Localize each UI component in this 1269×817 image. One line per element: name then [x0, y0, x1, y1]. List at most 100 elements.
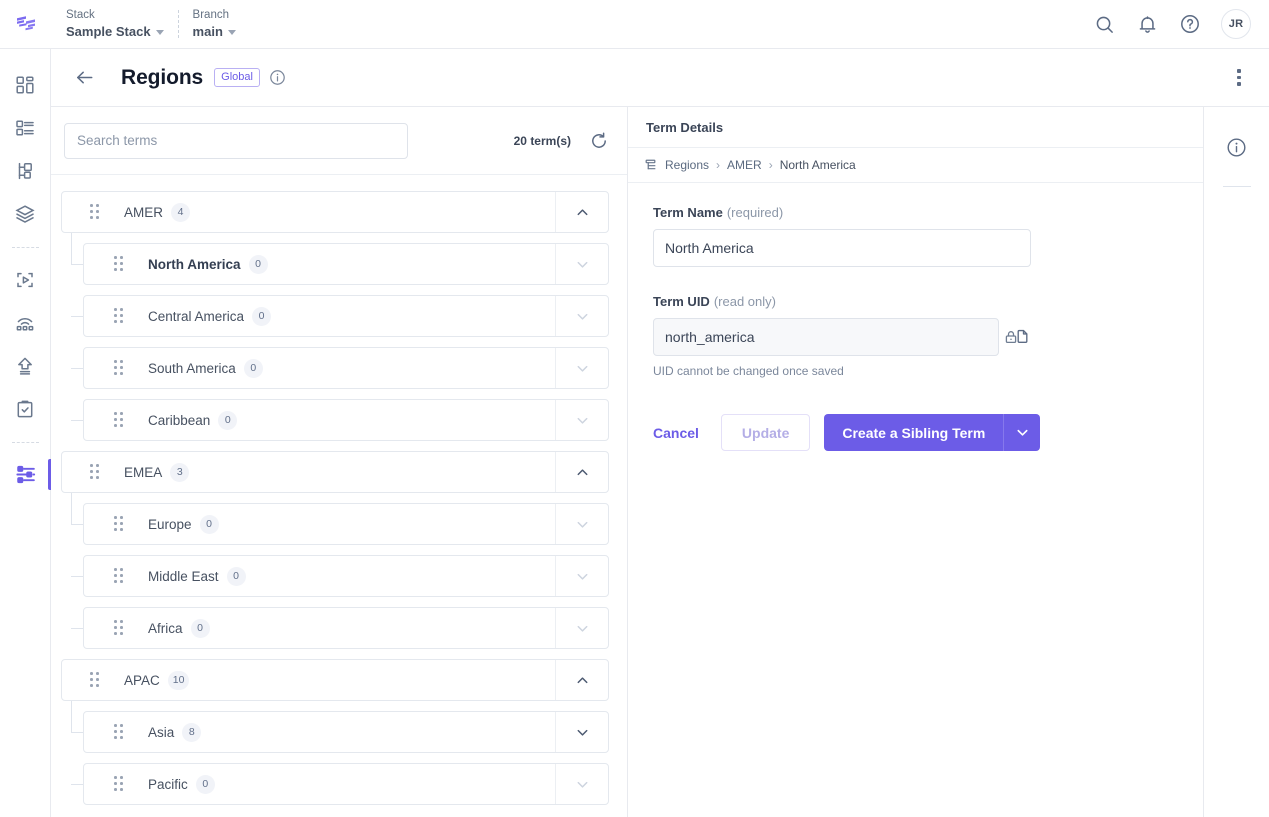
tree-row-count: 8 — [182, 722, 202, 742]
page-title: Regions — [121, 65, 204, 89]
tree-row-label: Pacific — [148, 776, 188, 792]
create-sibling-term-button[interactable]: Create a Sibling Term — [824, 414, 1004, 451]
content-types-icon — [16, 119, 34, 136]
avatar-initials: JR — [1228, 18, 1244, 30]
expand-toggle[interactable] — [555, 764, 608, 804]
drag-handle-icon[interactable] — [114, 308, 126, 324]
collapse-toggle[interactable] — [555, 660, 608, 700]
expand-toggle[interactable] — [555, 504, 608, 544]
contentstack-logo[interactable] — [0, 0, 52, 49]
avatar[interactable]: JR — [1221, 9, 1251, 39]
tree-row-count: 0 — [199, 514, 219, 534]
sidebar-item-assets[interactable] — [0, 258, 51, 301]
tree-row-term[interactable]: Pacific 0 — [83, 763, 609, 805]
drag-handle-icon[interactable] — [90, 204, 102, 220]
help-circle-icon[interactable] — [1178, 12, 1202, 36]
tree-group: EMEA 3 Europe 0 Middle East 0 Africa 0 — [61, 451, 609, 649]
tree-row-group[interactable]: AMER 4 — [61, 191, 609, 233]
stack-selector[interactable]: Stack Sample Stack — [52, 8, 178, 41]
term-name-label-text: Term Name — [653, 205, 723, 220]
info-circle-icon[interactable] — [1226, 137, 1247, 158]
term-name-input[interactable] — [653, 229, 1031, 267]
chevron-down-icon — [577, 261, 587, 268]
sidebar-item-releases[interactable] — [0, 301, 51, 344]
tree-child: Caribbean 0 — [71, 399, 609, 441]
tree-row-term[interactable]: Middle East 0 — [83, 555, 609, 597]
tree-row-label: EMEA — [124, 464, 163, 480]
sidebar-item-tasks[interactable] — [0, 387, 51, 430]
tree-row-term[interactable]: Central America 0 — [83, 295, 609, 337]
tree-row-label: Europe — [148, 516, 192, 532]
drag-handle-icon[interactable] — [114, 516, 126, 532]
terms-toolbar: 20 term(s) — [51, 107, 627, 175]
drag-handle-icon[interactable] — [114, 256, 126, 272]
settings-sliders-icon — [15, 465, 35, 484]
lock-icon — [1003, 329, 1019, 345]
collapse-toggle[interactable] — [555, 192, 608, 232]
tree-row-term[interactable]: Asia 8 — [83, 711, 609, 753]
drag-handle-icon[interactable] — [114, 412, 126, 428]
chevron-down-icon — [1017, 429, 1028, 436]
term-uid-help: UID cannot be changed once saved — [653, 364, 844, 378]
tree-row-group[interactable]: APAC 10 — [61, 659, 609, 701]
drag-handle-icon[interactable] — [114, 776, 126, 792]
search-icon[interactable] — [1092, 12, 1116, 36]
expand-toggle[interactable] — [555, 556, 608, 596]
cancel-button[interactable]: Cancel — [653, 425, 721, 441]
refresh-icon[interactable] — [589, 131, 609, 151]
chevron-down-icon — [577, 625, 587, 632]
kebab-menu-icon[interactable] — [1227, 66, 1251, 90]
back-arrow-icon[interactable] — [73, 66, 97, 90]
branch-value: main — [193, 23, 236, 41]
expand-toggle[interactable] — [555, 712, 608, 752]
right-rail-divider — [1222, 186, 1251, 187]
tree-row-group[interactable]: EMEA 3 — [61, 451, 609, 493]
app-root: Stack Sample Stack Branch main JR Region… — [0, 0, 1269, 817]
info-circle-icon[interactable] — [269, 69, 286, 86]
update-button[interactable]: Update — [720, 414, 811, 451]
search-input[interactable] — [64, 122, 408, 159]
drag-handle-icon[interactable] — [90, 672, 102, 688]
releases-icon — [16, 317, 34, 331]
expand-toggle[interactable] — [555, 608, 608, 648]
expand-toggle[interactable] — [555, 244, 608, 284]
chevron-down-icon — [577, 729, 587, 736]
tree-row-count: 0 — [190, 618, 210, 638]
drag-handle-icon[interactable] — [90, 464, 102, 480]
breadcrumb-item-root[interactable]: Regions — [665, 158, 709, 172]
expand-toggle[interactable] — [555, 296, 608, 336]
tree-row-term[interactable]: Europe 0 — [83, 503, 609, 545]
tree-child: North America 0 — [71, 243, 609, 285]
drag-handle-icon[interactable] — [114, 360, 126, 376]
sidebar-item-publish[interactable] — [0, 344, 51, 387]
taxonomy-icon — [643, 158, 658, 173]
sidebar-item-dashboard[interactable] — [0, 63, 51, 106]
expand-toggle[interactable] — [555, 400, 608, 440]
tree-row-term[interactable]: Caribbean 0 — [83, 399, 609, 441]
tree-row-label: APAC — [124, 672, 160, 688]
tree-children: Europe 0 Middle East 0 Africa 0 — [61, 493, 609, 649]
branch-selector[interactable]: Branch main — [179, 8, 250, 41]
collapse-toggle[interactable] — [555, 452, 608, 492]
create-sibling-dropdown-toggle[interactable] — [1003, 414, 1041, 451]
dashboard-icon — [16, 75, 34, 94]
drag-handle-icon[interactable] — [114, 568, 126, 584]
expand-toggle[interactable] — [555, 348, 608, 388]
sidebar-item-stacks[interactable] — [0, 192, 51, 235]
sidebar-item-settings[interactable] — [0, 453, 51, 496]
tree-row-term[interactable]: South America 0 — [83, 347, 609, 389]
tree-children: North America 0 Central America 0 South … — [61, 233, 609, 441]
breadcrumb-item-parent[interactable]: AMER — [727, 158, 762, 172]
sidebar-item-content-types[interactable] — [0, 106, 51, 149]
chevron-down-icon — [155, 29, 164, 35]
drag-handle-icon[interactable] — [114, 620, 126, 636]
tree-row-term[interactable]: North America 0 — [83, 243, 609, 285]
tree-row-term[interactable]: Africa 0 — [83, 607, 609, 649]
chevron-down-icon — [577, 417, 587, 424]
sidebar-item-hierarchy[interactable] — [0, 149, 51, 192]
terms-tree: AMER 4 North America 0 Central America 0… — [51, 175, 627, 817]
notifications-bell-icon[interactable] — [1135, 12, 1159, 36]
drag-handle-icon[interactable] — [114, 724, 126, 740]
top-bar: Stack Sample Stack Branch main JR — [0, 0, 1269, 49]
topbar-actions: JR — [1092, 9, 1269, 39]
